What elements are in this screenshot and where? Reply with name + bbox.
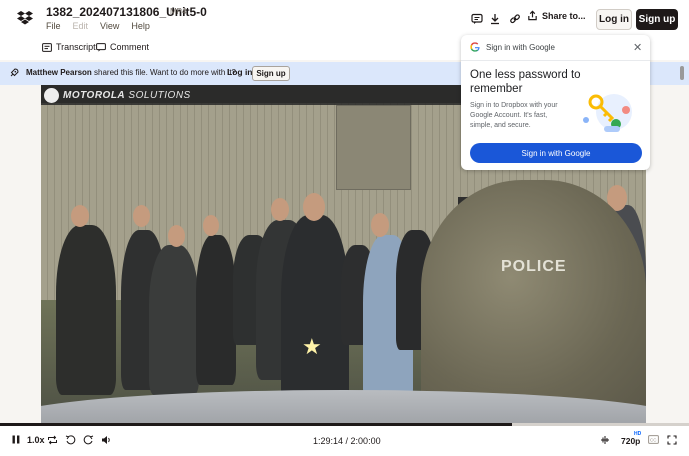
person-head [133,205,150,227]
login-button[interactable]: Log in [596,9,632,30]
police-officer [421,180,646,423]
watermark-suffix: SOLUTIONS [125,90,191,101]
audio-track-button[interactable] [600,435,610,445]
banner-message-text: shared this file. Want to do more with i… [91,68,237,77]
sharer-name: Matthew Pearson [26,68,92,77]
pause-button[interactable] [12,435,20,444]
loop-icon [48,435,57,445]
playback-speed-button[interactable]: 1.0x [27,435,45,445]
waveform-icon [601,436,609,444]
share-button[interactable]: Share to... [527,10,586,21]
banner-login-link[interactable]: Log in [227,67,253,77]
person-head [303,193,325,221]
menu-item-view[interactable]: View [100,21,119,31]
google-popup-title: One less password to remember [470,69,581,95]
comment-small-icon [96,42,106,52]
motorola-logo-icon [44,88,59,103]
link-icon[interactable] [508,12,522,26]
popup-divider [461,60,650,61]
dropbox-logo-icon[interactable] [17,10,33,26]
person-figure [149,245,199,395]
banner-message: Matthew Pearson shared this file. Want t… [26,68,236,77]
hd-badge: HD [634,431,642,437]
person-head [71,205,89,227]
comment-label: Comment [110,42,150,52]
google-signin-button[interactable]: Sign in with Google [470,143,642,163]
volume-icon [102,436,110,444]
share-icon [528,10,537,21]
pause-icon [12,435,20,444]
share-label: Share to... [542,10,586,21]
duration: 2:00:00 [350,436,381,446]
google-logo-icon [470,42,480,52]
timecode: 1:29:14 / 2:00:00 [313,436,381,446]
fullscreen-icon [667,435,677,445]
banner-signup-button[interactable]: Sign up [252,66,290,81]
rewind-icon [65,435,76,445]
comment-button[interactable]: Comment [96,42,149,52]
menu-item-help[interactable]: Help [131,21,150,31]
google-signin-popup: Sign in with Google ✕ One less password … [461,35,650,170]
transcript-label: Transcript [56,42,96,52]
player-controls: 1.0x 1:29:14 / 2:00:00 720p HD CC [0,426,689,456]
person-head [271,198,289,221]
svg-text:CC: CC [650,438,657,443]
menu-item-file[interactable]: File [46,21,61,31]
person-head [203,215,219,236]
person-head [168,225,185,247]
close-icon[interactable]: ✕ [633,41,642,54]
forward-icon [83,435,94,445]
person-figure [196,235,236,385]
forward-button[interactable] [83,435,94,445]
person-head [371,213,389,237]
transcript-button[interactable]: Transcript [42,42,96,52]
transcript-icon [42,42,52,52]
loop-button[interactable] [47,435,58,445]
person-figure [56,225,116,395]
rewind-button[interactable] [65,435,76,445]
key-illustration-icon [583,94,632,132]
watermark-brand: MOTOROLA [63,90,126,101]
building-door [336,105,411,190]
star-marker-icon: ★ [302,334,322,359]
rocket-icon [10,68,19,77]
volume-button[interactable] [101,435,112,445]
signup-button[interactable]: Sign up [636,9,678,30]
top-bar: 1382_202407131806_Unit5-0 MP4 File Edit … [0,0,689,38]
file-extension: MP4 [170,7,187,16]
scrollbar-thumb[interactable] [680,66,684,80]
comment-icon[interactable] [470,12,484,26]
google-popup-header-text: Sign in with Google [486,42,555,52]
captions-button[interactable]: CC [648,435,659,444]
menu-bar: File Edit View Help [46,21,150,31]
menu-item-edit: Edit [72,21,89,31]
google-popup-body: Sign in to Dropbox with your Google Acco… [470,102,558,129]
fullscreen-button[interactable] [667,435,677,445]
download-icon[interactable] [488,12,502,26]
quality-selector[interactable]: 720p [621,436,640,446]
watermark-text: MOTOROLA SOLUTIONS [63,90,191,101]
police-vest-text: POLICE [501,258,567,275]
google-popup-header: Sign in with Google [470,42,555,52]
current-time: 1:29:14 [313,436,344,446]
time-separator: / [343,436,351,446]
captions-icon: CC [648,435,659,444]
